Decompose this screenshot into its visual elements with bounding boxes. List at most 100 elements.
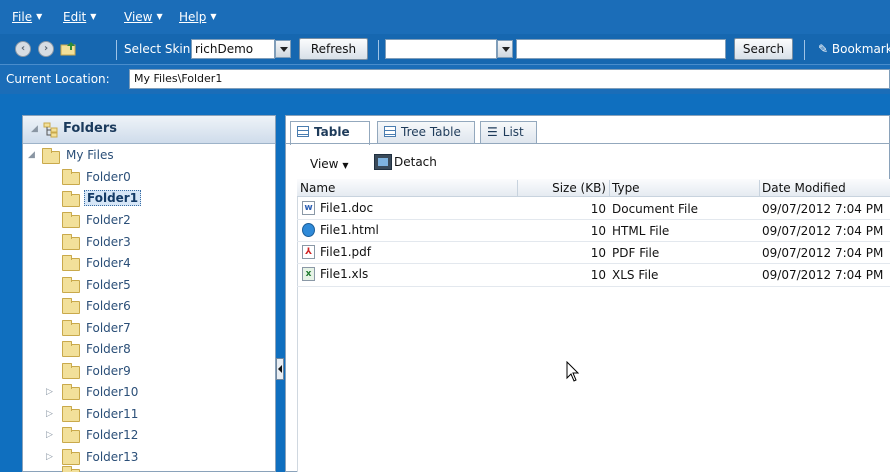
- folder-icon: [62, 212, 80, 228]
- tree-item-label: Folder5: [86, 278, 131, 292]
- expand-triangle-icon[interactable]: ▷: [46, 387, 53, 397]
- excel-file-icon: x: [302, 267, 315, 281]
- folder-up-icon[interactable]: [60, 41, 78, 57]
- tree-item-folder5[interactable]: Folder5: [62, 275, 182, 295]
- search-button[interactable]: Search: [734, 38, 793, 60]
- tree-item-folder6[interactable]: Folder6: [62, 296, 182, 316]
- html-file-icon: [302, 223, 315, 237]
- column-header-name[interactable]: Name: [298, 180, 518, 196]
- word-doc-icon: w: [302, 201, 315, 215]
- tree-item-label: Folder10: [86, 385, 139, 399]
- panel-splitter[interactable]: [276, 115, 285, 472]
- folder-icon: [62, 341, 80, 357]
- skin-select[interactable]: richDemo: [191, 39, 275, 59]
- detach-label: Detach: [394, 155, 437, 169]
- collapse-panel-icon[interactable]: ◢: [31, 124, 38, 134]
- menu-file[interactable]: File ▼: [12, 10, 42, 24]
- tree-item-folder10[interactable]: ▷ Folder10: [46, 382, 186, 402]
- collapse-left-panel-handle[interactable]: [276, 358, 284, 380]
- view-menu-button[interactable]: View ▼: [310, 157, 348, 171]
- tree-item-label: Folder9: [86, 364, 131, 378]
- select-skin-label: Select Skin: [124, 42, 191, 56]
- tree-item-label: Folder0: [86, 170, 131, 184]
- toolbar-separator: [804, 40, 805, 60]
- folder-icon: [62, 384, 80, 400]
- tree-item-partial: [62, 466, 92, 472]
- back-icon[interactable]: ‹: [15, 41, 31, 57]
- column-header-date[interactable]: Date Modified: [760, 180, 890, 196]
- expand-triangle-icon[interactable]: ▷: [46, 409, 53, 419]
- tree-item-label: Folder12: [86, 428, 139, 442]
- refresh-button[interactable]: Refresh: [299, 38, 368, 60]
- tree-item-folder8[interactable]: Folder8: [62, 339, 182, 359]
- file-type: XLS File: [612, 268, 659, 282]
- file-date: 09/07/2012 7:04 PM: [762, 202, 884, 216]
- tab-divider: [286, 143, 890, 144]
- tree-item-folder1[interactable]: Folder1: [62, 189, 182, 209]
- tree-item-label: Folder6: [86, 299, 131, 313]
- file-name: File1.pdf: [320, 245, 371, 259]
- row-divider: [297, 219, 890, 220]
- tree-item-folder11[interactable]: ▷ Folder11: [46, 404, 186, 424]
- folder-icon: [62, 320, 80, 336]
- menu-edit[interactable]: Edit ▼: [63, 10, 96, 24]
- row-divider: [297, 263, 890, 264]
- folder-icon: [62, 363, 80, 379]
- tree-item-folder12[interactable]: ▷ Folder12: [46, 425, 186, 445]
- column-header-size[interactable]: Size (KB): [518, 180, 610, 196]
- tab-label: Tree Table: [401, 125, 461, 139]
- search-input[interactable]: [516, 39, 726, 59]
- expand-triangle-icon[interactable]: ▷: [46, 452, 53, 462]
- column-header-type[interactable]: Type: [610, 180, 760, 196]
- tab-table[interactable]: Table: [290, 121, 370, 145]
- row-divider: [297, 286, 890, 287]
- folder-icon: [62, 169, 80, 185]
- tree-item-my-files[interactable]: ◢ My Files: [28, 146, 228, 166]
- menu-view-label: View: [124, 10, 153, 24]
- detach-icon: [374, 154, 392, 170]
- pdf-file-icon: ⅄: [302, 245, 315, 259]
- tree-item-folder13[interactable]: ▷ Folder13: [46, 447, 186, 467]
- search-scope-dropdown-button[interactable]: [497, 40, 513, 58]
- tree-item-folder9[interactable]: Folder9: [62, 361, 182, 381]
- file-type: PDF File: [612, 246, 660, 260]
- folder-tree-icon: [43, 122, 58, 138]
- file-size: 10: [590, 224, 606, 238]
- tab-label: Table: [314, 125, 350, 139]
- tree-table-icon: [384, 126, 396, 137]
- menu-help[interactable]: Help ▼: [179, 10, 217, 24]
- folders-panel-title: Folders: [63, 121, 118, 136]
- tree-item-folder3[interactable]: Folder3: [62, 232, 182, 252]
- tree-item-label: Folder8: [86, 342, 131, 356]
- detach-button[interactable]: Detach: [374, 154, 437, 170]
- toolbar-separator: [116, 40, 117, 60]
- menu-view[interactable]: View ▼: [124, 10, 163, 24]
- tree-item-label: Folder7: [86, 321, 131, 335]
- expanded-triangle-icon[interactable]: ◢: [28, 150, 35, 160]
- bookmark-button[interactable]: ✎ Bookmark: [818, 42, 890, 56]
- file-date: 09/07/2012 7:04 PM: [762, 224, 884, 238]
- tab-list[interactable]: ☰ List: [480, 121, 537, 143]
- tree-item-label: Folder2: [86, 213, 131, 227]
- tree-item-folder2[interactable]: Folder2: [62, 210, 182, 230]
- tree-item-label: Folder11: [86, 407, 139, 421]
- current-location-field[interactable]: My Files\Folder1: [129, 69, 890, 89]
- menu-file-label: File: [12, 10, 33, 24]
- file-size: 10: [590, 246, 606, 260]
- toolbar-separator: [378, 40, 379, 60]
- file-date: 09/07/2012 7:04 PM: [762, 246, 884, 260]
- tree-item-folder7[interactable]: Folder7: [62, 318, 182, 338]
- tab-tree-table[interactable]: Tree Table: [377, 121, 475, 143]
- folder-icon: [62, 255, 80, 271]
- tree-item-folder4[interactable]: Folder4: [62, 253, 182, 273]
- skin-dropdown-button[interactable]: [275, 40, 291, 58]
- forward-icon[interactable]: ›: [38, 41, 54, 57]
- search-scope-select[interactable]: [385, 39, 497, 59]
- file-type: Document File: [612, 202, 699, 216]
- folder-icon: [62, 191, 80, 207]
- tree-item-label: My Files: [66, 148, 114, 162]
- tree-item-label: Folder3: [86, 235, 131, 249]
- menu-edit-label: Edit: [63, 10, 87, 24]
- expand-triangle-icon[interactable]: ▷: [46, 430, 53, 440]
- tree-item-folder0[interactable]: Folder0: [62, 167, 182, 187]
